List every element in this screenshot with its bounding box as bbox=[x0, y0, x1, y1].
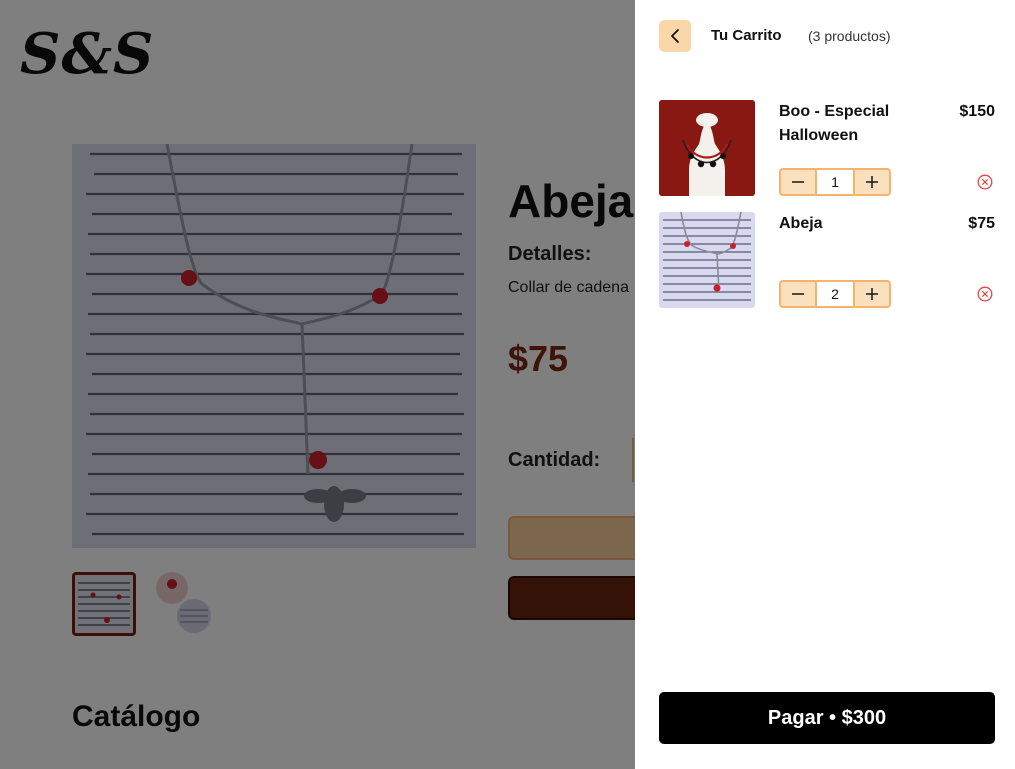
minus-icon bbox=[792, 181, 804, 183]
quantity-input[interactable]: 1 bbox=[815, 170, 855, 194]
cart-item-name[interactable]: Abeja bbox=[779, 212, 929, 236]
quantity-stepper: 1 bbox=[779, 168, 891, 196]
cart-item-price: $75 bbox=[968, 215, 995, 232]
quantity-stepper: 2 bbox=[779, 280, 891, 308]
cart-item-count: (3 productos) bbox=[808, 28, 891, 44]
checkout-button[interactable]: Pagar • $300 bbox=[659, 692, 995, 744]
cart-item-name[interactable]: Boo - Especial Halloween bbox=[779, 100, 929, 148]
quantity-input[interactable]: 2 bbox=[815, 282, 855, 306]
decrement-button[interactable] bbox=[781, 282, 815, 306]
cart-item-image bbox=[659, 100, 755, 196]
decrement-button[interactable] bbox=[781, 170, 815, 194]
remove-item-button[interactable] bbox=[977, 286, 993, 302]
cart-drawer: Tu Carrito (3 productos) Boo - Especial … bbox=[635, 0, 1015, 769]
cart-item-image bbox=[659, 212, 755, 308]
remove-item-button[interactable] bbox=[977, 174, 993, 190]
increment-button[interactable] bbox=[855, 282, 889, 306]
cart-item: Abeja $75 2 bbox=[659, 212, 995, 308]
plus-icon bbox=[866, 176, 878, 188]
minus-icon bbox=[792, 293, 804, 295]
plus-icon bbox=[866, 288, 878, 300]
cart-item: Boo - Especial Halloween $150 1 bbox=[659, 100, 995, 196]
close-cart-button[interactable] bbox=[659, 20, 691, 52]
close-circle-icon bbox=[977, 286, 993, 302]
cart-item-price: $150 bbox=[959, 103, 995, 120]
close-circle-icon bbox=[977, 174, 993, 190]
chevron-left-icon bbox=[671, 29, 679, 43]
cart-title: Tu Carrito bbox=[711, 27, 782, 44]
increment-button[interactable] bbox=[855, 170, 889, 194]
